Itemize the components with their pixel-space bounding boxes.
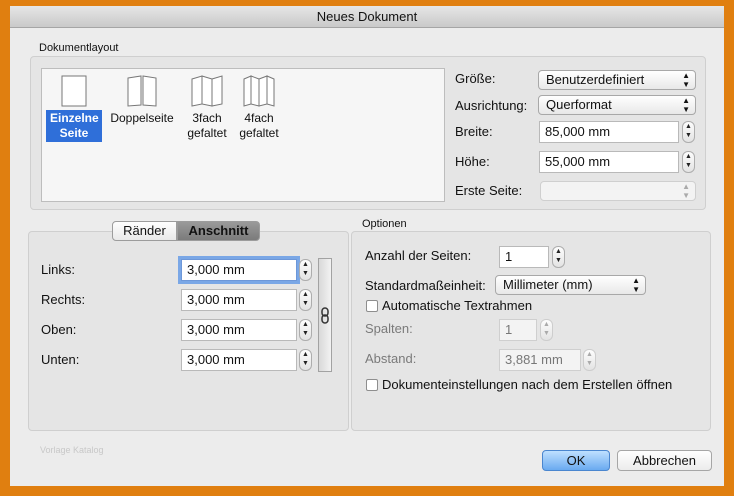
size-label: Größe:	[455, 71, 496, 86]
open-settings-checkbox[interactable]	[366, 379, 378, 391]
new-document-dialog: Neues Dokument Dokumentlayout Einzelne S…	[10, 6, 724, 486]
margin-top-stepper[interactable]: ▲ ▼	[299, 319, 312, 341]
open-settings-label: Dokumenteinstellungen nach dem Erstellen…	[382, 377, 673, 392]
cancel-button[interactable]: Abbrechen	[617, 450, 712, 471]
layout-single-line2: Seite	[59, 126, 89, 140]
layout-single-line1: Einzelne	[50, 111, 99, 125]
orientation-value: Querformat	[546, 97, 612, 112]
height-field[interactable]: 55,000 mm	[539, 151, 679, 173]
popup-arrows-icon: ▲ ▼	[632, 276, 640, 294]
margin-right-stepper[interactable]: ▲ ▼	[299, 289, 312, 311]
margin-bottom-stepper[interactable]: ▲ ▼	[299, 349, 312, 371]
gap-field[interactable]: 3,881 mm	[499, 349, 581, 371]
columns-stepper[interactable]: ▲ ▼	[540, 319, 553, 341]
layout-trifold[interactable]: 3fach gefaltet	[182, 75, 232, 142]
page-count-stepper[interactable]: ▲ ▼	[552, 246, 565, 268]
margin-left-stepper[interactable]: ▲ ▼	[299, 259, 312, 281]
columns-field[interactable]: 1	[499, 319, 537, 341]
orientation-popup[interactable]: Querformat ▲ ▼	[538, 95, 696, 115]
margin-top-label: Oben:	[41, 322, 77, 337]
double-page-icon	[127, 75, 157, 107]
margin-left-label: Links:	[41, 262, 75, 277]
first-page-popup[interactable]: ▲ ▼	[540, 181, 696, 201]
chain-link-icon	[321, 307, 329, 324]
unit-label: Standardmaßeinheit:	[365, 278, 486, 293]
layout-fourfold[interactable]: 4fach gefaltet	[234, 75, 284, 142]
columns-label: Spalten:	[365, 321, 413, 336]
layout-trifold-line2: gefaltet	[187, 126, 227, 140]
auto-text-frames-checkbox[interactable]	[366, 300, 378, 312]
layout-trifold-line1: 3fach	[192, 111, 222, 125]
link-margins-toggle[interactable]	[318, 258, 332, 372]
width-field[interactable]: 85,000 mm	[539, 121, 679, 143]
gap-stepper[interactable]: ▲ ▼	[583, 349, 596, 371]
margin-right-label: Rechts:	[41, 292, 86, 307]
height-stepper[interactable]: ▲ ▼	[682, 151, 695, 173]
window-title: Neues Dokument	[10, 6, 724, 28]
document-layout-label: Dokumentlayout	[39, 42, 119, 54]
popup-arrows-icon: ▲ ▼	[682, 71, 690, 89]
page-count-label: Anzahl der Seiten:	[365, 248, 472, 263]
auto-text-frames-label: Automatische Textrahmen	[382, 298, 533, 313]
layout-picker: Einzelne Seite Doppelseite 3fach gefalte…	[41, 68, 445, 202]
tab-bleed[interactable]: Anschnitt	[177, 221, 260, 241]
layout-fourfold-line1: 4fach	[244, 111, 274, 125]
layout-single-page[interactable]: Einzelne Seite	[46, 75, 102, 142]
single-page-icon	[61, 75, 87, 107]
gap-label: Abstand:	[365, 351, 417, 366]
trifold-icon	[191, 75, 223, 107]
layout-fourfold-line2: gefaltet	[239, 126, 279, 140]
width-stepper[interactable]: ▲ ▼	[682, 121, 695, 143]
layout-double-page[interactable]: Doppelseite	[102, 75, 182, 127]
popup-arrows-icon: ▲ ▼	[682, 96, 690, 114]
size-popup[interactable]: Benutzerdefiniert ▲ ▼	[538, 70, 696, 90]
margin-top-field[interactable]: 3,000 mm	[181, 319, 297, 341]
template-hint: Vorlage Katalog	[40, 445, 104, 455]
popup-arrows-icon: ▲ ▼	[682, 182, 690, 200]
margin-bottom-field[interactable]: 3,000 mm	[181, 349, 297, 371]
size-value: Benutzerdefiniert	[546, 72, 645, 87]
margin-left-field[interactable]: 3,000 mm	[181, 259, 297, 281]
layout-double-label: Doppelseite	[110, 111, 174, 125]
fourfold-icon	[243, 75, 275, 107]
tab-margins[interactable]: Ränder	[112, 221, 177, 241]
ok-button[interactable]: OK	[542, 450, 610, 471]
orientation-label: Ausrichtung:	[455, 98, 528, 113]
first-page-label: Erste Seite:	[455, 183, 523, 198]
page-count-field[interactable]: 1	[499, 246, 549, 268]
options-label: Optionen	[362, 218, 407, 230]
margin-right-field[interactable]: 3,000 mm	[181, 289, 297, 311]
height-label: Höhe:	[455, 154, 490, 169]
margin-bottom-label: Unten:	[41, 352, 80, 367]
width-label: Breite:	[455, 124, 493, 139]
unit-value: Millimeter (mm)	[503, 277, 593, 292]
unit-popup[interactable]: Millimeter (mm) ▲ ▼	[495, 275, 646, 295]
